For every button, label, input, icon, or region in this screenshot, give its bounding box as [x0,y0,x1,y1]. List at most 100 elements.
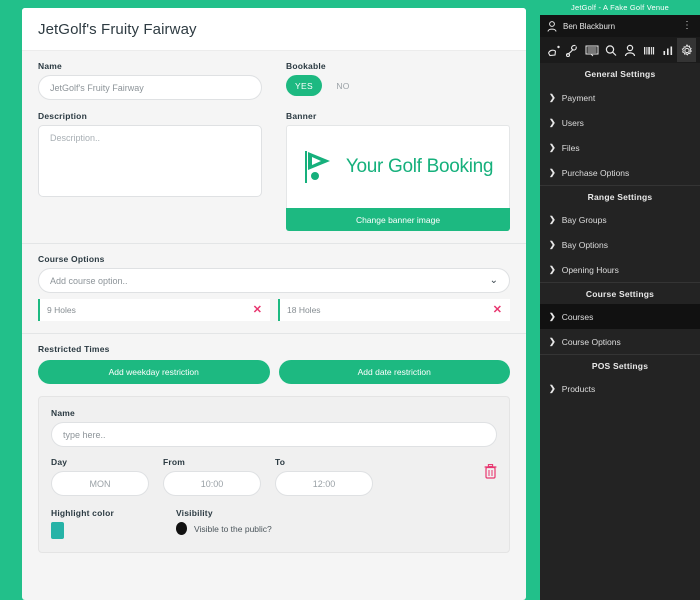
bookable-toggle[interactable]: YES NO [286,75,510,96]
bookable-label: Bookable [286,61,326,71]
to-time-input[interactable]: 12:00 [275,471,373,496]
banner-preview: Your Golf Booking [286,125,510,208]
day-select[interactable]: MON [51,471,149,496]
restriction-time-fields: Day MON From 10:00 To 12:00 [51,457,497,496]
from-group: From 10:00 [163,457,261,496]
sidebar-nav: General Settings ❯ Payment ❯ Users ❯ Fil… [540,63,700,600]
chevron-right-icon: ❯ [549,168,556,177]
sidebar-item-label: Bay Groups [561,214,607,225]
sidebar-item-bay-groups[interactable]: ❯ Bay Groups [540,207,700,232]
sidebar-item-files[interactable]: ❯ Files [540,135,700,160]
main-content: JetGolf's Fruity Fairway Name JetGolf's … [0,0,540,600]
visibility-toggle[interactable]: Visible to the public? [175,522,272,535]
sidebar-item-label: Course Options [561,336,621,347]
sidebar-item-label: Opening Hours [561,264,619,275]
sidebar-item-label: Bay Options [561,239,609,250]
restricted-times-section: Restricted Times Add weekday restriction… [22,333,526,553]
sidebar-item-label: Files [561,142,580,153]
sidebar-item-opening-hours[interactable]: ❯ Opening Hours [540,257,700,282]
highlight-color-label: Highlight color [51,508,114,518]
bookable-group: Bookable YES NO [286,61,510,100]
chevron-down-icon[interactable]: ⌄ [490,275,498,286]
banner-group: Banner Your Golf Booking Change banner i… [286,111,510,231]
visibility-radio-icon[interactable] [175,522,187,535]
gear-icon[interactable] [677,38,696,62]
sidebar-item-courses[interactable]: ❯ Courses [540,304,700,329]
sidebar-item-users[interactable]: ❯ Users [540,110,700,135]
chevron-right-icon: ❯ [549,312,556,321]
course-option-chip[interactable]: 18 Holes ✕ [278,299,510,321]
sidebar-toolbar [540,37,700,63]
bookable-yes-option[interactable]: YES [286,75,322,96]
chevron-right-icon: ❯ [549,215,556,224]
course-option-select[interactable]: Add course option.. [38,268,510,293]
description-label: Description [38,111,87,121]
card-header: JetGolf's Fruity Fairway [22,8,526,51]
sidebar-item-label: Payment [561,92,596,103]
nav-group-heading: General Settings [540,63,700,85]
person-icon[interactable] [620,38,639,62]
restriction-name-label: Name [51,408,75,418]
day-label: Day [51,457,68,467]
app-root: JetGolf's Fruity Fairway Name JetGolf's … [0,0,700,600]
restriction-display-options: Highlight color Visibility Visible to th… [51,508,497,539]
sidebar-item-bay-options[interactable]: ❯ Bay Options [540,232,700,257]
person-icon [547,20,557,32]
delete-restriction-icon[interactable] [484,464,497,479]
remove-chip-icon[interactable]: ✕ [493,304,502,316]
name-label: Name [38,61,62,71]
change-banner-image-button[interactable]: Change banner image [286,208,510,231]
restriction-buttons: Add weekday restriction Add date restric… [38,360,510,384]
chip-label: 18 Holes [287,305,321,315]
from-time-input[interactable]: 10:00 [163,471,261,496]
golf-swing-icon[interactable] [544,38,563,62]
user-row[interactable]: Ben Blackburn ⋮ [540,15,700,37]
restriction-entry-panel: Name type here.. Day MON From 10:00 To 1… [38,396,510,553]
chevron-right-icon: ❯ [549,93,556,102]
add-weekday-restriction-button[interactable]: Add weekday restriction [38,360,270,384]
course-option-chip[interactable]: 9 Holes ✕ [38,299,270,321]
course-editor-card: JetGolf's Fruity Fairway Name JetGolf's … [22,8,526,600]
keyboard-icon[interactable] [582,38,601,62]
chevron-right-icon: ❯ [549,265,556,274]
search-icon[interactable] [601,38,620,62]
sidebar-item-label: Users [561,117,584,128]
kebab-menu-icon[interactable]: ⋮ [682,21,692,31]
to-label: To [275,457,286,467]
to-group: To 12:00 [275,457,373,496]
sidebar-item-purchase-options[interactable]: ❯ Purchase Options [540,160,700,185]
course-option-chip-list: 9 Holes ✕ 18 Holes ✕ [38,299,510,321]
sidebar-item-label: Purchase Options [561,167,630,178]
from-label: From [163,457,186,467]
golf-club-icon[interactable] [563,38,582,62]
course-option-select-wrap: Add course option.. ⌄ [38,268,510,293]
day-group: Day MON [51,457,149,496]
chevron-right-icon: ❯ [549,143,556,152]
remove-chip-icon[interactable]: ✕ [253,304,262,316]
sidebar-item-label: Products [561,383,596,394]
bookable-no-option[interactable]: NO [325,75,361,96]
sidebar-item-payment[interactable]: ❯ Payment [540,85,700,110]
row-name-bookable: Name JetGolf's Fruity Fairway Bookable Y… [38,61,510,100]
bar-chart-icon[interactable] [658,38,677,62]
course-options-label: Course Options [38,254,105,264]
highlight-color-group: Highlight color [51,508,114,539]
chevron-right-icon: ❯ [549,337,556,346]
visibility-group: Visibility Visible to the public? [175,508,272,539]
barcode-icon[interactable] [639,38,658,62]
sidebar-item-course-options[interactable]: ❯ Course Options [540,329,700,354]
sidebar-item-products[interactable]: ❯ Products [540,376,700,401]
name-group: Name JetGolf's Fruity Fairway [38,61,262,100]
highlight-color-swatch[interactable] [51,522,64,539]
nav-group-heading: Course Settings [540,282,700,304]
restriction-name-input[interactable]: type here.. [51,422,497,447]
card-body: Name JetGolf's Fruity Fairway Bookable Y… [22,51,526,553]
description-textarea[interactable]: Description.. [38,125,262,197]
chip-label: 9 Holes [47,305,76,315]
visibility-text: Visible to the public? [193,523,272,534]
nav-group-heading: Range Settings [540,185,700,207]
add-date-restriction-button[interactable]: Add date restriction [278,360,510,384]
row-description-banner: Description Description.. Banner Your Go… [38,111,510,231]
banner-label: Banner [286,111,317,121]
name-input[interactable]: JetGolf's Fruity Fairway [38,75,262,100]
